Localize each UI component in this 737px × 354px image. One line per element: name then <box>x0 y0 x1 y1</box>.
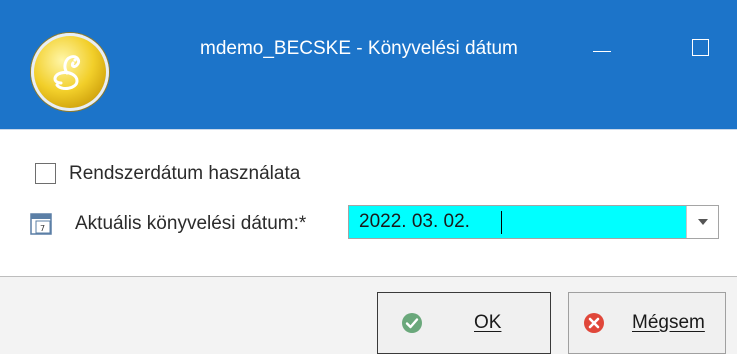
window-title: mdemo_BECSKE - Könyvelési dátum <box>200 38 518 59</box>
use-system-date-checkbox[interactable] <box>35 163 56 184</box>
posting-date-input[interactable]: 2022. 03. 02. <box>348 205 719 239</box>
cancel-button[interactable]: Mégsem <box>568 292 726 354</box>
title-bar: mdemo_BECSKE - Könyvelési dátum <box>0 0 737 129</box>
use-system-date-label[interactable]: Rendszerdátum használata <box>69 162 300 186</box>
posting-date-dropdown-button[interactable] <box>686 206 718 238</box>
svg-text:7: 7 <box>40 224 45 233</box>
check-circle-icon <box>400 311 424 335</box>
ok-button[interactable]: OK <box>377 292 551 354</box>
dialog-footer: OK Mégsem <box>0 276 737 354</box>
close-circle-icon <box>582 311 606 335</box>
ok-button-label: OK <box>474 312 502 333</box>
posting-date-label: Aktuális könyvelési dátum:* <box>75 213 307 234</box>
posting-date-row: 7 Aktuális könyvelési dátum:* 2022. 03. … <box>29 205 729 241</box>
posting-date-value[interactable]: 2022. 03. 02. <box>359 210 470 234</box>
calendar-icon: 7 <box>29 211 55 237</box>
cancel-button-label: Mégsem <box>632 312 705 333</box>
maximize-icon[interactable] <box>682 30 722 70</box>
dialog-content: Rendszerdátum használata 7 Aktuális köny… <box>0 130 737 276</box>
text-caret <box>501 211 502 234</box>
app-logo-icon <box>31 33 109 111</box>
minimize-icon[interactable] <box>583 30 623 70</box>
